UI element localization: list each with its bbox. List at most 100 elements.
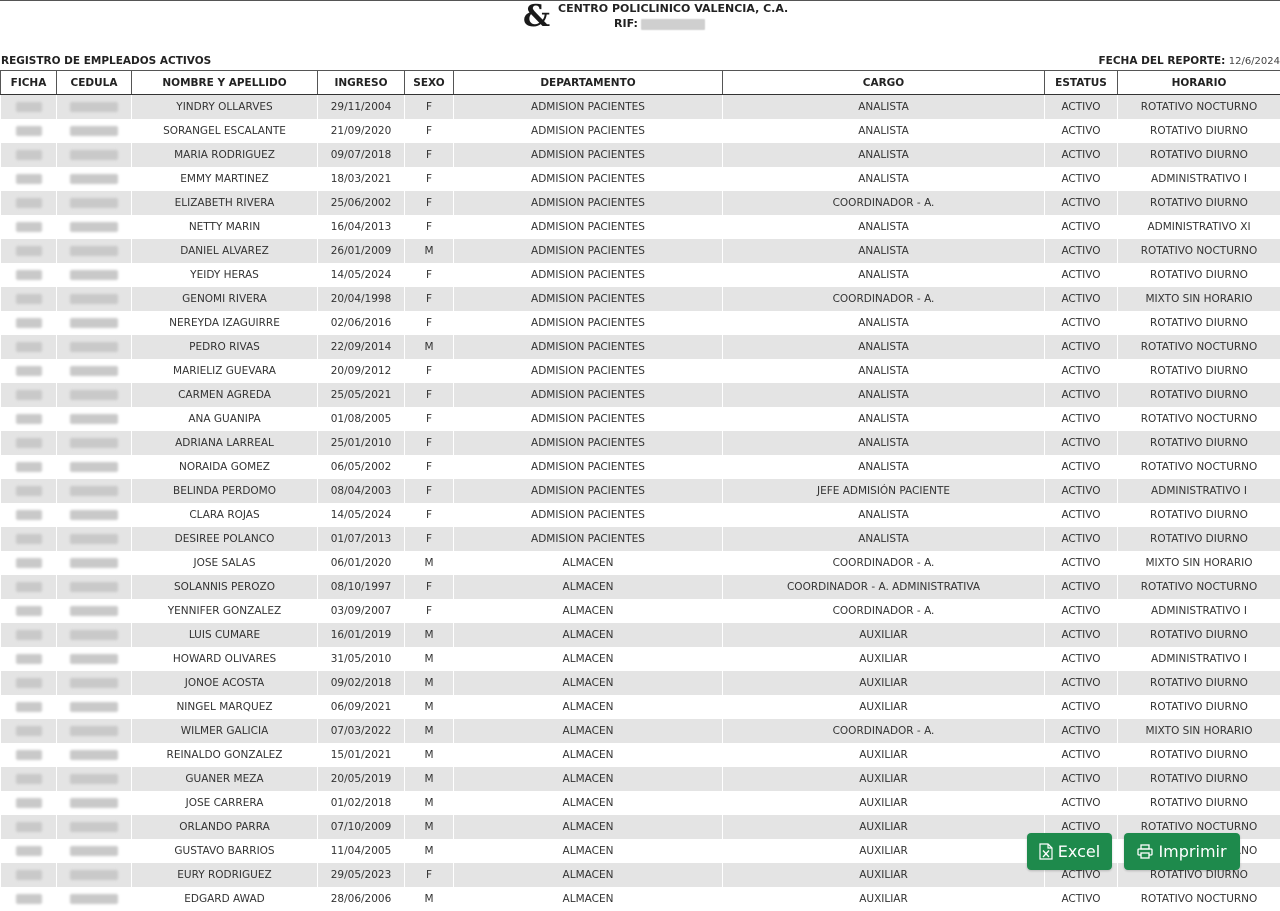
estatus-cell: ACTIVO (1045, 647, 1118, 671)
departamento-cell: ALMACEN (454, 815, 723, 839)
report-date-label: FECHA DEL REPORTE: (1098, 55, 1225, 67)
ficha-cell-redacted (1, 815, 57, 839)
ficha-cell-redacted (1, 263, 57, 287)
nombre-cell: GENOMI RIVERA (132, 287, 318, 311)
ficha-cell-redacted (1, 863, 57, 887)
departamento-cell: ALMACEN (454, 551, 723, 575)
departamento-cell: ALMACEN (454, 791, 723, 815)
estatus-cell: ACTIVO (1045, 887, 1118, 911)
sexo-cell: M (405, 647, 454, 671)
cargo-cell: ANALISTA (723, 359, 1045, 383)
table-row: WILMER GALICIA07/03/2022MALMACENCOORDINA… (1, 719, 1280, 743)
nombre-cell: DANIEL ALVAREZ (132, 239, 318, 263)
nombre-cell: JOSE CARRERA (132, 791, 318, 815)
departamento-cell: ADMISION PACIENTES (454, 407, 723, 431)
cedula-cell-redacted (57, 839, 132, 863)
ingreso-cell: 21/09/2020 (318, 119, 405, 143)
sexo-cell: M (405, 767, 454, 791)
cedula-cell-redacted (57, 815, 132, 839)
ficha-cell-redacted (1, 455, 57, 479)
estatus-cell: ACTIVO (1045, 767, 1118, 791)
estatus-cell: ACTIVO (1045, 719, 1118, 743)
nombre-cell: NINGEL MARQUEZ (132, 695, 318, 719)
sexo-cell: F (405, 95, 454, 120)
estatus-cell: ACTIVO (1045, 239, 1118, 263)
horario-cell: MIXTO SIN HORARIO (1118, 287, 1280, 311)
cargo-cell: AUXILIAR (723, 863, 1045, 887)
sexo-cell: F (405, 503, 454, 527)
cedula-cell-redacted (57, 263, 132, 287)
departamento-cell: ADMISION PACIENTES (454, 527, 723, 551)
estatus-cell: ACTIVO (1045, 743, 1118, 767)
cargo-cell: ANALISTA (723, 263, 1045, 287)
nombre-cell: CLARA ROJAS (132, 503, 318, 527)
ficha-cell-redacted (1, 503, 57, 527)
estatus-cell: ACTIVO (1045, 215, 1118, 239)
ficha-cell-redacted (1, 431, 57, 455)
ingreso-cell: 08/10/1997 (318, 575, 405, 599)
cargo-cell: AUXILIAR (723, 743, 1045, 767)
table-body: YINDRY OLLARVES29/11/2004FADMISION PACIE… (1, 95, 1280, 911)
ingreso-cell: 25/01/2010 (318, 431, 405, 455)
ingreso-cell: 14/05/2024 (318, 503, 405, 527)
sexo-cell: F (405, 431, 454, 455)
horario-cell: MIXTO SIN HORARIO (1118, 719, 1280, 743)
ingreso-cell: 09/07/2018 (318, 143, 405, 167)
ficha-cell-redacted (1, 887, 57, 911)
horario-cell: ROTATIVO DIURNO (1118, 527, 1280, 551)
ficha-cell-redacted (1, 119, 57, 143)
horario-cell: ROTATIVO DIURNO (1118, 431, 1280, 455)
ficha-cell-redacted (1, 575, 57, 599)
table-row: EMMY MARTINEZ18/03/2021FADMISION PACIENT… (1, 167, 1280, 191)
sexo-cell: F (405, 191, 454, 215)
excel-button[interactable]: Excel (1027, 833, 1112, 870)
cargo-cell: COORDINADOR - A. (723, 719, 1045, 743)
estatus-cell: ACTIVO (1045, 143, 1118, 167)
table-row: EDGARD AWAD28/06/2006MALMACENAUXILIARACT… (1, 887, 1280, 911)
ingreso-cell: 22/09/2014 (318, 335, 405, 359)
cedula-cell-redacted (57, 767, 132, 791)
sexo-cell: M (405, 551, 454, 575)
cargo-cell: AUXILIAR (723, 623, 1045, 647)
sexo-cell: F (405, 215, 454, 239)
ficha-cell-redacted (1, 551, 57, 575)
horario-cell: ROTATIVO DIURNO (1118, 263, 1280, 287)
cedula-cell-redacted (57, 287, 132, 311)
ficha-cell-redacted (1, 527, 57, 551)
report-header: & CENTRO POLICLINICO VALENCIA, C.A. RIF:… (0, 0, 1280, 56)
cargo-cell: AUXILIAR (723, 839, 1045, 863)
ingreso-cell: 25/05/2021 (318, 383, 405, 407)
cedula-cell-redacted (57, 887, 132, 911)
horario-cell: ROTATIVO NOCTURNO (1118, 335, 1280, 359)
estatus-cell: ACTIVO (1045, 335, 1118, 359)
ficha-cell-redacted (1, 767, 57, 791)
sexo-cell: F (405, 311, 454, 335)
nombre-cell: SOLANNIS PEROZO (132, 575, 318, 599)
ficha-cell-redacted (1, 743, 57, 767)
nombre-cell: PEDRO RIVAS (132, 335, 318, 359)
table-row: LUIS CUMARE16/01/2019MALMACENAUXILIARACT… (1, 623, 1280, 647)
nombre-cell: NEREYDA IZAGUIRRE (132, 311, 318, 335)
nombre-cell: NETTY MARIN (132, 215, 318, 239)
cargo-cell: ANALISTA (723, 383, 1045, 407)
ingreso-cell: 26/01/2009 (318, 239, 405, 263)
departamento-cell: ALMACEN (454, 743, 723, 767)
ingreso-cell: 07/10/2009 (318, 815, 405, 839)
cargo-cell: COORDINADOR - A. (723, 287, 1045, 311)
sexo-cell: F (405, 575, 454, 599)
cedula-cell-redacted (57, 215, 132, 239)
cargo-cell: COORDINADOR - A. (723, 599, 1045, 623)
estatus-cell: ACTIVO (1045, 167, 1118, 191)
cargo-cell: AUXILIAR (723, 887, 1045, 911)
ingreso-cell: 14/05/2024 (318, 263, 405, 287)
cargo-cell: ANALISTA (723, 215, 1045, 239)
departamento-cell: ADMISION PACIENTES (454, 383, 723, 407)
print-button[interactable]: Imprimir (1124, 833, 1240, 870)
departamento-cell: ADMISION PACIENTES (454, 191, 723, 215)
column-header-ficha: FICHA (1, 71, 57, 95)
departamento-cell: ADMISION PACIENTES (454, 167, 723, 191)
departamento-cell: ADMISION PACIENTES (454, 455, 723, 479)
table-row: ANA GUANIPA01/08/2005FADMISION PACIENTES… (1, 407, 1280, 431)
sexo-cell: M (405, 839, 454, 863)
ingreso-cell: 20/09/2012 (318, 359, 405, 383)
